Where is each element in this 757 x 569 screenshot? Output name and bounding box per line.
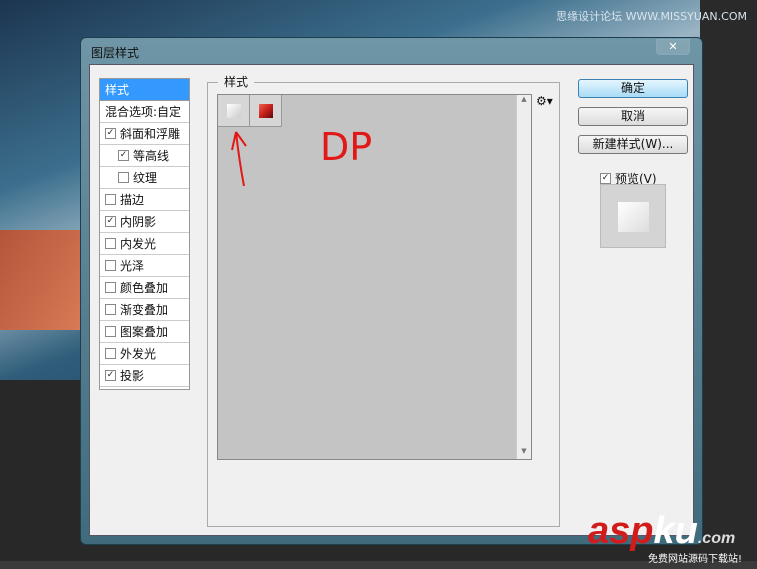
swatch-preview	[259, 104, 273, 118]
checkbox-icon[interactable]: ✓	[105, 216, 116, 227]
canvas-image-detail	[0, 230, 80, 330]
style-item-label: 纹理	[133, 171, 158, 185]
style-item-label: 描边	[120, 193, 145, 207]
swatch-red-style[interactable]	[250, 95, 282, 127]
checkbox-icon: ✓	[600, 173, 611, 184]
checkbox-icon[interactable]	[105, 304, 116, 315]
swatch-default-style[interactable]	[218, 95, 250, 127]
layer-style-dialog: 图层样式 ✕ 样式混合选项:自定 ✓ 斜面和浮雕 ✓ 等高线纹理描边 ✓ 内阴影内发光光泽颜…	[80, 37, 703, 545]
style-item[interactable]: ✓ 等高线	[100, 145, 189, 167]
preview-thumbnail	[600, 184, 666, 248]
style-item[interactable]: 内发光	[100, 233, 189, 255]
checkbox-icon[interactable]	[118, 172, 129, 183]
checkbox-icon[interactable]: ✓	[105, 128, 116, 139]
watermark: 思缘设计论坛 WWW.MISSYUAN.COM	[556, 10, 747, 23]
logo-white: ku	[653, 510, 698, 552]
styles-list: 样式混合选项:自定 ✓ 斜面和浮雕 ✓ 等高线纹理描边 ✓ 内阴影内发光光泽颜色叠加渐变叠加…	[99, 78, 190, 390]
style-item[interactable]: ✓ 内阴影	[100, 211, 189, 233]
style-item-label: 斜面和浮雕	[120, 127, 181, 141]
style-item-label: 外发光	[120, 347, 157, 361]
checkbox-icon[interactable]	[105, 326, 116, 337]
checkbox-icon[interactable]	[105, 194, 116, 205]
logo-subtitle: 免费网站源码下载站!	[648, 554, 743, 565]
style-item[interactable]: 渐变叠加	[100, 299, 189, 321]
style-item[interactable]: 混合选项:自定	[100, 101, 189, 123]
style-item[interactable]: 颜色叠加	[100, 277, 189, 299]
style-swatches-panel: ▲ ▼	[217, 94, 532, 460]
dialog-title: 图层样式	[91, 46, 140, 60]
checkbox-icon[interactable]	[105, 348, 116, 359]
style-item[interactable]: 纹理	[100, 167, 189, 189]
new-style-button[interactable]: 新建样式(W)...	[578, 135, 688, 154]
style-item[interactable]: 样式	[100, 79, 189, 101]
style-item[interactable]: 描边	[100, 189, 189, 211]
style-item-label: 颜色叠加	[120, 281, 169, 295]
swatch-preview	[227, 104, 241, 118]
styles-group-label: 样式	[218, 73, 255, 90]
preview-shape	[618, 202, 649, 232]
checkbox-icon[interactable]: ✓	[105, 370, 116, 381]
checkbox-icon[interactable]	[105, 260, 116, 271]
scrollbar[interactable]: ▲ ▼	[516, 95, 531, 459]
style-item[interactable]: 外发光	[100, 343, 189, 365]
status-bar	[0, 561, 757, 569]
style-item[interactable]: ✓ 斜面和浮雕	[100, 123, 189, 145]
style-item-label: 图案叠加	[120, 325, 169, 339]
style-item-label: 混合选项:自定	[105, 105, 182, 119]
checkbox-icon[interactable]	[105, 238, 116, 249]
dialog-body: 样式混合选项:自定 ✓ 斜面和浮雕 ✓ 等高线纹理描边 ✓ 内阴影内发光光泽颜色叠加渐变叠加…	[89, 64, 694, 536]
logo-tld: .com	[697, 530, 736, 547]
style-item[interactable]: 光泽	[100, 255, 189, 277]
workspace-background	[700, 0, 757, 569]
checkbox-icon[interactable]	[105, 282, 116, 293]
style-item-label: 内发光	[120, 237, 157, 251]
close-button[interactable]: ✕	[656, 39, 690, 55]
style-item-label: 内阴影	[120, 215, 157, 229]
style-item-label: 样式	[105, 83, 130, 97]
style-item-label: 投影	[120, 369, 145, 383]
gear-menu-icon[interactable]: ⚙▾	[536, 94, 553, 108]
logo-red: asp	[588, 510, 654, 552]
style-item-label: 光泽	[120, 259, 145, 273]
style-item-label: 渐变叠加	[120, 303, 169, 317]
ok-button[interactable]: 确定	[578, 79, 688, 98]
style-item[interactable]: 图案叠加	[100, 321, 189, 343]
style-item[interactable]: ✓ 投影	[100, 365, 189, 387]
style-item-label: 等高线	[133, 149, 170, 163]
checkbox-icon[interactable]: ✓	[118, 150, 129, 161]
cancel-button[interactable]: 取消	[578, 107, 688, 126]
